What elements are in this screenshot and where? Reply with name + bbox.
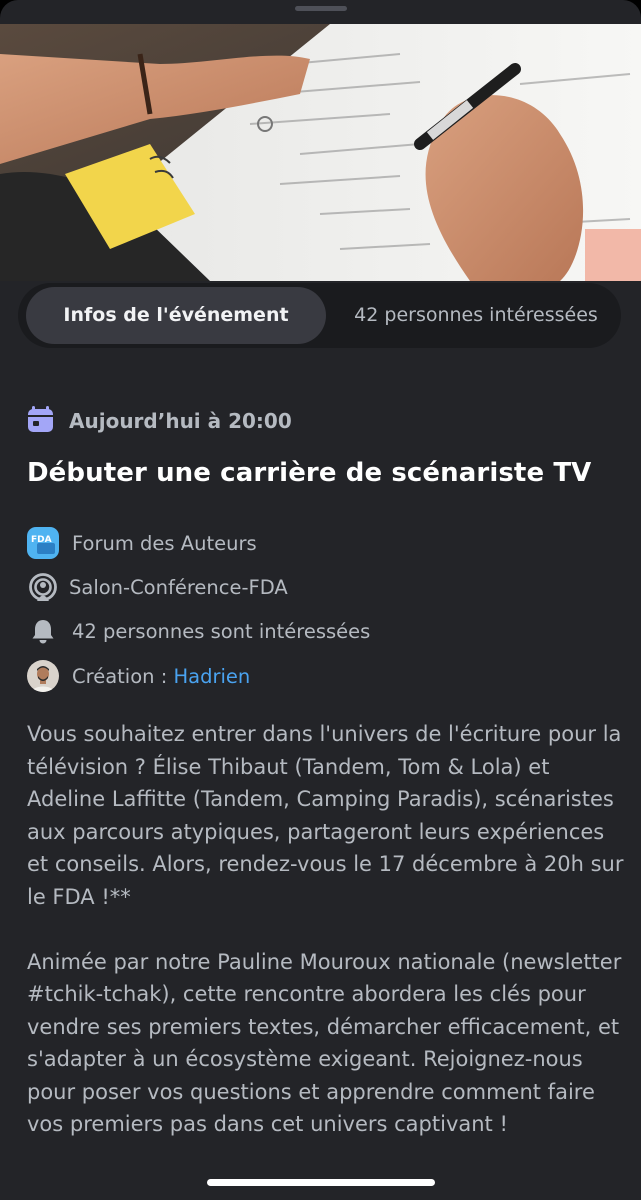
event-channel-row[interactable]: Salon-Conférence-FDA (27, 571, 288, 603)
creator-prefix: Création : (72, 664, 174, 688)
server-icon: FDA (27, 527, 59, 559)
event-date: Aujourd’hui à 20:00 (69, 409, 292, 433)
stage-channel-icon (27, 571, 59, 603)
event-banner-image (0, 24, 641, 281)
channel-name: Salon-Conférence-FDA (69, 575, 288, 599)
event-sheet: Infos de l'événement 42 personnes intére… (0, 0, 641, 1200)
event-description: Vous souhaitez entrer dans l'univers de … (27, 718, 627, 1141)
bell-icon (27, 615, 59, 647)
home-indicator[interactable] (206, 1179, 435, 1186)
sheet-grabber[interactable] (294, 6, 347, 11)
event-date-row: Aujourd’hui à 20:00 (27, 405, 292, 437)
tab-interested-people[interactable]: 42 personnes intéressées (336, 287, 616, 344)
event-interested-row: 42 personnes sont intéressées (27, 615, 370, 647)
event-title: Débuter une carrière de scénariste TV (27, 458, 592, 488)
description-paragraph: Vous souhaitez entrer dans l'univers de … (27, 722, 624, 909)
event-server-row[interactable]: FDA Forum des Auteurs (27, 527, 257, 559)
description-paragraph: Animée par notre Pauline Mouroux nationa… (27, 949, 622, 1137)
calendar-icon (27, 405, 54, 437)
event-tabs: Infos de l'événement 42 personnes intére… (18, 283, 621, 348)
server-icon-text: FDA (31, 535, 52, 545)
tab-event-info[interactable]: Infos de l'événement (26, 287, 326, 344)
interested-count: 42 personnes sont intéressées (72, 619, 371, 643)
server-name: Forum des Auteurs (72, 531, 257, 555)
avatar[interactable] (27, 660, 59, 692)
creator-label: Création : Hadrien (72, 665, 250, 688)
event-creator-row: Création : Hadrien (27, 660, 250, 692)
creator-link[interactable]: Hadrien (173, 665, 250, 688)
